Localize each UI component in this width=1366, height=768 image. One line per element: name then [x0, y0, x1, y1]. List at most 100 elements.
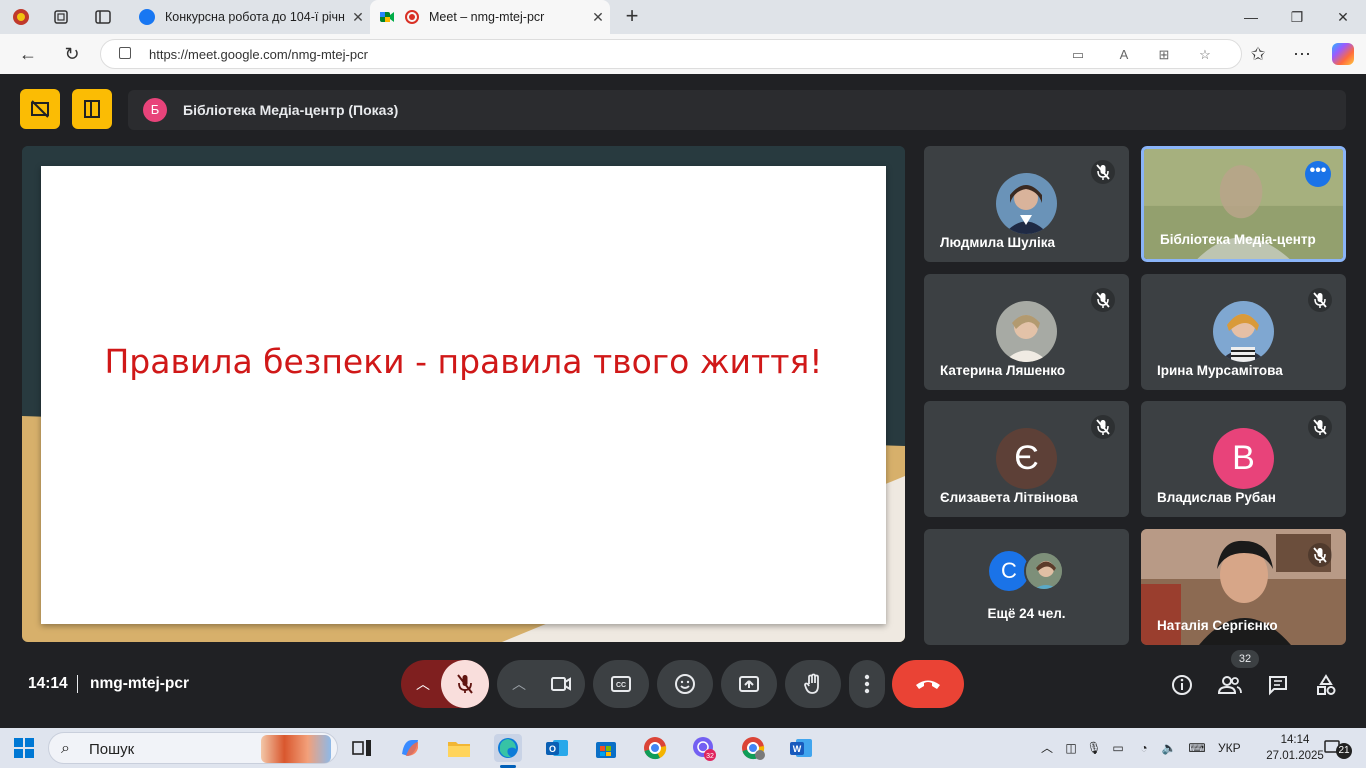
hand-icon	[804, 673, 819, 694]
file-explorer-icon[interactable]	[445, 734, 473, 762]
profile-icon[interactable]	[11, 7, 31, 27]
copilot-taskbar-icon[interactable]	[396, 734, 424, 762]
present-icon	[739, 676, 759, 692]
favorite-star-icon[interactable]: ☆	[1195, 46, 1215, 64]
volume-icon[interactable]: 🔈	[1161, 740, 1177, 756]
hide-presentation-button[interactable]	[20, 89, 60, 129]
participant-tile[interactable]: Є Єлизавета Літвінова	[924, 401, 1129, 517]
address-bar: ← ↻ https://meet.google.com/nmg-mtej-pcr…	[0, 34, 1366, 74]
mic-off-icon	[1308, 288, 1332, 312]
people-button[interactable]	[1215, 670, 1245, 700]
search-icon: ⌕	[61, 740, 70, 757]
participant-tile[interactable]: Катерина Ляшенко	[924, 274, 1129, 390]
meeting-details-button[interactable]	[1167, 670, 1197, 700]
avatar	[996, 173, 1057, 234]
read-aloud-icon[interactable]: A	[1114, 46, 1134, 64]
microphone-icon[interactable]: 🎙	[1086, 740, 1102, 756]
microphone-group: ︿	[401, 660, 489, 708]
restore-icon[interactable]: ❐	[1282, 6, 1312, 28]
camera-in-use-icon[interactable]: ▭	[1068, 46, 1088, 64]
clock[interactable]: 14:14 27.01.2025	[1264, 732, 1326, 764]
mic-options-chevron-icon[interactable]: ︿	[411, 672, 435, 696]
back-icon[interactable]: ←	[17, 43, 39, 65]
participant-tile[interactable]: Ірина Мурсамітова	[1141, 274, 1346, 390]
camera-options-chevron-icon[interactable]: ︿	[507, 672, 531, 696]
chat-button[interactable]	[1263, 670, 1293, 700]
svg-text:CC: CC	[616, 682, 626, 689]
presenter-avatar: Б	[143, 98, 167, 122]
tab-title: Meet – nmg-mtej-pcr	[429, 10, 545, 24]
chrome-profile-icon[interactable]	[739, 734, 767, 762]
captions-button[interactable]: CC	[593, 660, 649, 708]
search-label: Пошук	[89, 741, 135, 758]
minimize-icon[interactable]: —	[1236, 6, 1266, 28]
url-text[interactable]: https://meet.google.com/nmg-mtej-pcr	[149, 47, 368, 62]
close-tab-icon[interactable]: ✕	[586, 9, 610, 26]
wifi-icon[interactable]: ◔	[1136, 740, 1152, 756]
edge-icon[interactable]	[494, 734, 522, 762]
shapes-icon	[1317, 674, 1336, 695]
tab-meet[interactable]: Meet – nmg-mtej-pcr ✕	[370, 0, 610, 34]
app-available-icon[interactable]: ⊞	[1154, 46, 1174, 64]
mic-off-icon	[1308, 415, 1332, 439]
toggle-camera-button[interactable]	[537, 660, 585, 708]
layout-icon	[84, 100, 100, 118]
slide-title: Правила безпеки - правила твого життя!	[104, 342, 823, 381]
tab-actions-icon[interactable]	[93, 7, 113, 27]
notifications-icon[interactable]: 21	[1324, 739, 1352, 759]
viber-icon[interactable]: 32	[690, 734, 718, 762]
refresh-icon[interactable]: ↻	[61, 43, 83, 65]
more-vertical-icon	[864, 674, 870, 694]
input-language[interactable]: УКР	[1218, 741, 1241, 755]
meet-window: Б Бібліотека Медіа-центр (Показ) Правила…	[5, 74, 1363, 724]
url-field[interactable]: https://meet.google.com/nmg-mtej-pcr ▭ A…	[100, 39, 1242, 69]
avatar-letter: В	[1213, 428, 1274, 489]
mic-off-icon	[1091, 415, 1115, 439]
present-screen-button[interactable]	[721, 660, 777, 708]
chrome-icon[interactable]	[641, 734, 669, 762]
battery-icon[interactable]: ▭	[1110, 740, 1126, 756]
participant-tile[interactable]: Наталія Сергієнко	[1141, 529, 1346, 645]
participant-tile[interactable]: В Владислав Рубан	[1141, 401, 1346, 517]
participant-tile[interactable]: ••• Бібліотека Медіа-центр	[1141, 146, 1346, 262]
keyboard-icon[interactable]: ⌨	[1186, 740, 1208, 756]
taskbar-search[interactable]: ⌕ Пошук	[48, 732, 338, 764]
site-info-icon[interactable]	[119, 47, 131, 59]
more-options-button[interactable]: •••	[1305, 161, 1331, 187]
mic-off-icon	[1091, 288, 1115, 312]
more-options-button[interactable]	[849, 660, 885, 708]
participant-name: Людмила Шуліка	[940, 235, 1056, 250]
tray-overflow-chevron-icon[interactable]: ︿	[1039, 740, 1055, 756]
camera-in-use-icon[interactable]: ◫	[1063, 740, 1079, 756]
more-menu-icon[interactable]: ⋯	[1291, 43, 1313, 65]
participant-count-badge: 32	[1231, 650, 1259, 668]
participant-name: Катерина Ляшенко	[940, 363, 1066, 378]
close-tab-icon[interactable]: ✕	[346, 9, 370, 26]
toggle-mic-button[interactable]	[441, 660, 489, 708]
windows-start-icon[interactable]	[14, 738, 34, 758]
tab-title: Конкурсна робота до 104-ї річн	[165, 10, 345, 24]
favorites-icon[interactable]: ✩	[1247, 43, 1269, 65]
workspaces-icon[interactable]	[51, 7, 71, 27]
participant-tile[interactable]: Людмила Шуліка	[924, 146, 1129, 262]
avatar	[1024, 551, 1064, 591]
chat-icon	[1269, 676, 1287, 696]
avatar-letter: С	[989, 551, 1029, 591]
tab-facebook[interactable]: Конкурсна робота до 104-ї річн ✕	[130, 0, 370, 34]
word-icon[interactable]: W	[787, 734, 815, 762]
reactions-button[interactable]	[657, 660, 713, 708]
task-view-icon[interactable]	[348, 734, 376, 762]
leave-call-button[interactable]	[892, 660, 964, 708]
close-window-icon[interactable]: ✕	[1328, 6, 1358, 28]
layout-button[interactable]	[72, 89, 112, 129]
divider	[77, 675, 78, 693]
activities-button[interactable]	[1311, 670, 1341, 700]
others-tile[interactable]: С Ещё 24 чел.	[924, 529, 1129, 645]
film-off-icon	[31, 100, 49, 118]
microsoft-store-icon[interactable]	[592, 734, 620, 762]
copilot-icon[interactable]	[1332, 43, 1354, 65]
raise-hand-button[interactable]	[785, 660, 841, 708]
outlook-icon[interactable]: O	[543, 734, 571, 762]
participant-name: Бібліотека Медіа-центр	[1160, 232, 1316, 247]
new-tab-button[interactable]: +	[620, 5, 644, 29]
